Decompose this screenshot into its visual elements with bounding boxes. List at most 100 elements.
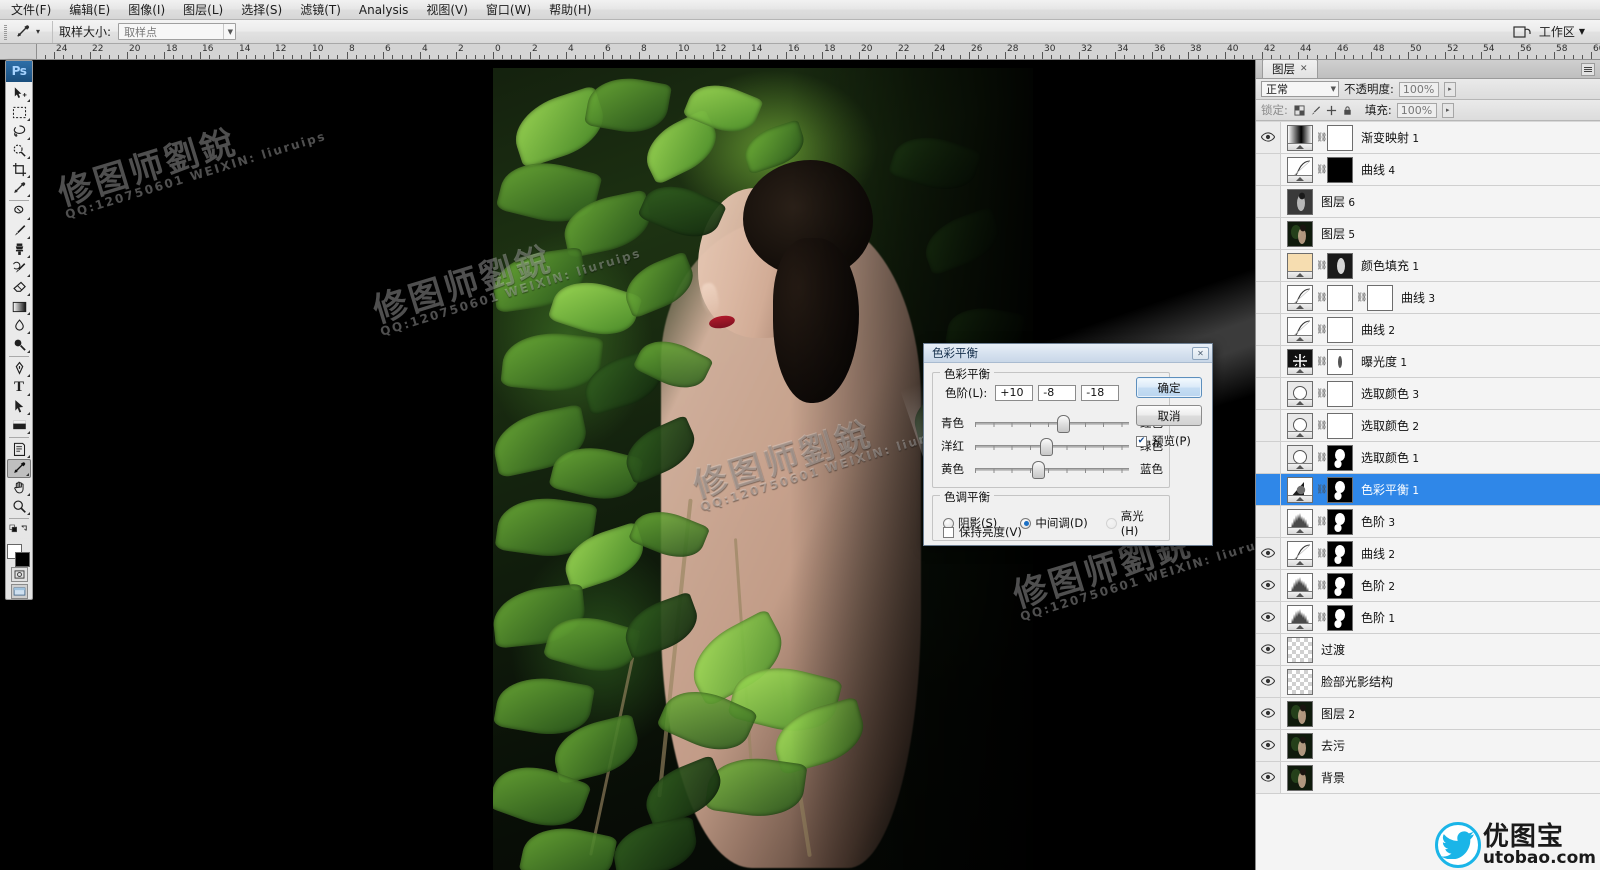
layer-thumbnail[interactable]: [1287, 189, 1313, 215]
lasso-tool[interactable]: [7, 122, 31, 141]
level-input-blue[interactable]: -18: [1081, 385, 1119, 401]
layer-row[interactable]: ⛓曲线 2: [1256, 314, 1600, 346]
preserve-luminosity-checkbox[interactable]: 保持亮度(V): [943, 524, 1022, 540]
menu-image[interactable]: 图像(I): [119, 0, 174, 20]
clone-stamp-tool[interactable]: [7, 240, 31, 259]
layer-row[interactable]: ⛓⛓曲线 3: [1256, 282, 1600, 314]
workspace-button[interactable]: 工作区 ▼: [1532, 20, 1592, 43]
pen-tool[interactable]: [7, 359, 31, 378]
layer-mask-thumbnail[interactable]: [1327, 381, 1353, 407]
layer-mask-thumbnail[interactable]: [1327, 541, 1353, 567]
layer-mask-thumbnail[interactable]: [1327, 157, 1353, 183]
tab-layers[interactable]: 图层 ✕: [1262, 59, 1318, 78]
layer-thumbnail[interactable]: [1287, 541, 1313, 567]
layer-visibility-toggle[interactable]: [1256, 218, 1281, 249]
layer-list[interactable]: ⛓渐变映射 1⛓曲线 4图层 6图层 5⛓颜色填充 1⛓⛓曲线 3⛓曲线 2⛓曝…: [1256, 122, 1600, 870]
options-bar-grip[interactable]: [1, 21, 11, 43]
layer-thumbnail[interactable]: [1287, 605, 1313, 631]
ok-button[interactable]: 确定: [1136, 377, 1202, 398]
layer-vector-mask-thumbnail[interactable]: [1367, 285, 1393, 311]
opacity-stepper[interactable]: ▸: [1444, 82, 1456, 97]
sample-size-select[interactable]: 取样点 ▼: [118, 23, 236, 40]
layer-visibility-toggle[interactable]: [1256, 698, 1281, 729]
link-icon[interactable]: ⛓: [1316, 133, 1324, 143]
layer-row[interactable]: ⛓曲线 2: [1256, 538, 1600, 570]
cyan-red-track[interactable]: [975, 422, 1129, 425]
layer-thumbnail[interactable]: [1287, 285, 1313, 311]
layer-thumbnail[interactable]: [1287, 445, 1313, 471]
layer-visibility-toggle[interactable]: [1256, 122, 1281, 153]
layer-mask-thumbnail[interactable]: [1327, 349, 1353, 375]
blend-mode-select[interactable]: 正常 ▼: [1261, 81, 1339, 97]
layer-thumbnail[interactable]: [1287, 317, 1313, 343]
default-colors-icon[interactable]: [7, 521, 31, 540]
standard-mode-icon[interactable]: [11, 567, 28, 582]
yellow-blue-knob[interactable]: [1032, 461, 1045, 479]
layer-row[interactable]: 过渡: [1256, 634, 1600, 666]
lock-all-icon[interactable]: [1341, 104, 1354, 117]
layer-row[interactable]: ⛓色彩平衡 1: [1256, 474, 1600, 506]
layer-row[interactable]: ⛓色阶 3: [1256, 506, 1600, 538]
color-swatches[interactable]: [6, 543, 32, 565]
layer-row[interactable]: 脸部光影结构: [1256, 666, 1600, 698]
link-icon[interactable]: ⛓: [1316, 165, 1324, 175]
layer-visibility-toggle[interactable]: [1256, 506, 1281, 537]
cancel-button[interactable]: 取消: [1136, 405, 1202, 426]
yellow-blue-track[interactable]: [975, 468, 1129, 471]
layer-thumbnail[interactable]: [1287, 413, 1313, 439]
move-tool[interactable]: [7, 84, 31, 103]
blur-tool[interactable]: [7, 316, 31, 335]
path-selection-tool[interactable]: [7, 397, 31, 416]
layer-visibility-toggle[interactable]: [1256, 442, 1281, 473]
eyedropper-tool-selected[interactable]: [7, 459, 31, 478]
layer-visibility-toggle[interactable]: [1256, 762, 1281, 793]
layer-visibility-toggle[interactable]: [1256, 666, 1281, 697]
eyedropper-tool[interactable]: [7, 179, 31, 198]
layer-thumbnail[interactable]: [1287, 381, 1313, 407]
menu-view[interactable]: 视图(V): [417, 0, 477, 20]
layer-row[interactable]: ⛓色阶 1: [1256, 602, 1600, 634]
layer-thumbnail[interactable]: [1287, 509, 1313, 535]
layer-visibility-toggle[interactable]: [1256, 314, 1281, 345]
layer-row[interactable]: ⛓曲线 4: [1256, 154, 1600, 186]
menu-filter[interactable]: 滤镜(T): [291, 0, 350, 20]
note-tool[interactable]: [7, 440, 31, 459]
layer-visibility-toggle[interactable]: [1256, 282, 1281, 313]
fill-value[interactable]: 100%: [1397, 103, 1437, 118]
layer-thumbnail[interactable]: [1287, 349, 1313, 375]
brush-tool[interactable]: [7, 221, 31, 240]
close-icon[interactable]: ✕: [1300, 64, 1308, 74]
layer-visibility-toggle[interactable]: [1256, 154, 1281, 185]
background-color-swatch[interactable]: [15, 552, 30, 567]
close-icon[interactable]: ✕: [1192, 347, 1209, 360]
fill-stepper[interactable]: ▸: [1442, 103, 1454, 118]
link-icon[interactable]: ⛓: [1316, 453, 1324, 463]
layer-thumbnail[interactable]: [1287, 733, 1313, 759]
tool-preset-caret-icon[interactable]: ▾: [36, 27, 40, 36]
menu-layer[interactable]: 图层(L): [174, 0, 232, 20]
layer-thumbnail[interactable]: [1287, 637, 1313, 663]
layer-row[interactable]: ⛓选取颜色 1: [1256, 442, 1600, 474]
layer-visibility-toggle[interactable]: [1256, 538, 1281, 569]
layer-visibility-toggle[interactable]: [1256, 410, 1281, 441]
type-tool[interactable]: T: [7, 378, 31, 397]
layer-mask-thumbnail[interactable]: [1327, 125, 1353, 151]
dialog-titlebar[interactable]: 色彩平衡 ✕: [924, 344, 1212, 363]
layer-thumbnail[interactable]: [1287, 765, 1313, 791]
layer-visibility-toggle[interactable]: [1256, 250, 1281, 281]
layer-visibility-toggle[interactable]: [1256, 634, 1281, 665]
layer-visibility-toggle[interactable]: [1256, 730, 1281, 761]
layer-row[interactable]: 去污: [1256, 730, 1600, 762]
menu-file[interactable]: 文件(F): [2, 0, 60, 20]
rectangle-tool[interactable]: [7, 416, 31, 435]
hand-tool[interactable]: [7, 478, 31, 497]
link-icon[interactable]: ⛓: [1316, 421, 1324, 431]
lock-transparency-icon[interactable]: [1293, 104, 1306, 117]
history-brush-tool[interactable]: [7, 259, 31, 278]
layer-row[interactable]: 背景: [1256, 762, 1600, 794]
zoom-tool[interactable]: [7, 497, 31, 516]
layer-row[interactable]: 图层 5: [1256, 218, 1600, 250]
crop-tool[interactable]: [7, 160, 31, 179]
layer-visibility-toggle[interactable]: [1256, 474, 1281, 505]
link-icon[interactable]: ⛓: [1356, 293, 1364, 303]
